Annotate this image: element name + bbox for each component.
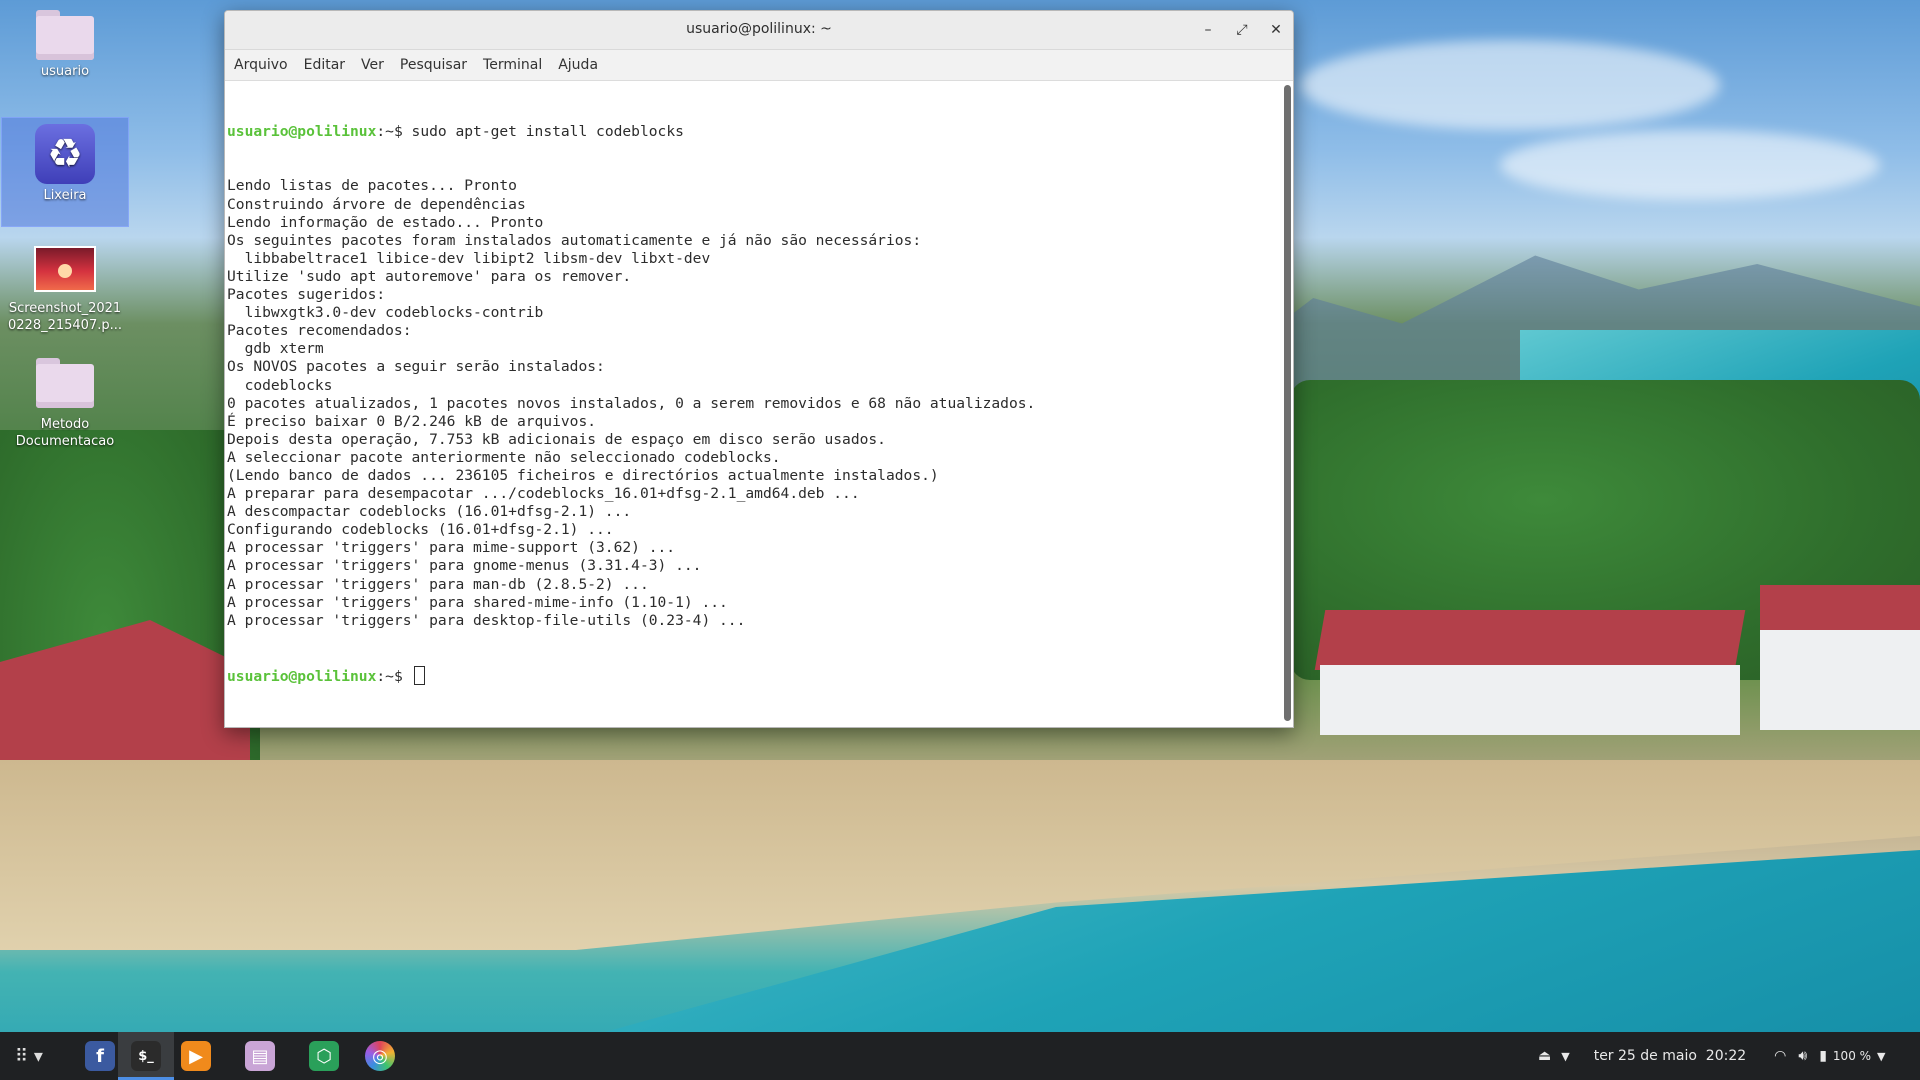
prompt-user: usuario@polilinux — [227, 668, 377, 685]
color-app[interactable]: ◎ — [352, 1032, 408, 1080]
color-app-icon: ◎ — [365, 1041, 395, 1071]
battery-percent[interactable]: 100 % — [1833, 1049, 1871, 1063]
menu-ajuda[interactable]: Ajuda — [550, 57, 606, 73]
folder-icon — [36, 10, 94, 60]
terminal-output-line: Os NOVOS pacotes a seguir serão instalad… — [227, 358, 605, 376]
browser-app[interactable]: ⬡ — [296, 1032, 352, 1080]
terminal-app[interactable]: $_ — [118, 1032, 174, 1080]
prompt-user: usuario@polilinux — [227, 123, 377, 141]
terminal-output[interactable]: usuario@polilinux:~$ sudo apt-get instal… — [225, 81, 1285, 727]
desktop-icon-label: Lixeira — [43, 188, 87, 203]
desktop-icon-screenshot[interactable]: Screenshot_2021 0228_215407.p... — [2, 246, 128, 336]
menu-arquivo[interactable]: Arquivo — [225, 57, 296, 73]
taskbar: ⠿ ▾ f $_ ▶ ▤ ⬡ ◎ ⏏ ▼ ter 25 de maio 20:22 ◠ 🔊… — [0, 1032, 1920, 1080]
files-app[interactable]: ▤ — [232, 1032, 288, 1080]
terminal-output-line: A processar 'triggers' para gnome-menus … — [227, 557, 702, 575]
terminal-output-line: Pacotes sugeridos: — [227, 286, 386, 304]
prompt-suffix: :~$ — [376, 668, 412, 685]
trash-icon: ♻ — [35, 124, 95, 184]
terminal-output-line: codeblocks — [227, 376, 333, 394]
text-cursor — [413, 666, 425, 685]
volume-icon[interactable]: 🔊︎ — [1798, 1048, 1807, 1064]
battery-icon[interactable]: ▮ — [1819, 1048, 1827, 1064]
media-player-app[interactable]: ▶ — [168, 1032, 224, 1080]
desktop-icon-metodo-documentacao[interactable]: Metodo Documentacao — [2, 358, 128, 449]
wifi-icon[interactable]: ◠ — [1774, 1048, 1786, 1064]
desktop-icon-label: Metodo Documentacao — [15, 417, 115, 449]
desktop-icon-label: usuario — [40, 64, 90, 79]
desktop-wallpaper: usuario ♻ Lixeira Screenshot_2021 0228_2… — [0, 0, 1920, 1080]
window-title: usuario@polilinux: ~ — [686, 21, 832, 37]
terminal-output-line: É preciso baixar 0 B/2.246 kB de arquivo… — [227, 412, 597, 430]
terminal-output-line: libwxgtk3.0-dev codeblocks-contrib — [227, 304, 544, 322]
current-prompt-line: usuario@polilinux:~$ — [227, 666, 1285, 685]
menu-pesquisar[interactable]: Pesquisar — [392, 57, 475, 73]
terminal-output-line: Depois desta operação, 7.753 kB adiciona… — [227, 430, 886, 448]
desktop-icon-label: Screenshot_2021 0228_215407.p... — [8, 301, 122, 333]
terminal-output-line: 0 pacotes atualizados, 1 pacotes novos i… — [227, 394, 1036, 412]
desktop-icon-usuario[interactable]: usuario — [2, 10, 128, 90]
terminal-output-line: Construindo árvore de dependências — [227, 195, 526, 213]
system-tray: ⏏ ▼ ter 25 de maio 20:22 ◠ 🔊︎ ▮ 100 % ▼ — [1538, 1032, 1886, 1080]
datetime[interactable]: ter 25 de maio 20:22 — [1594, 1048, 1746, 1064]
terminal-output-line: Lendo informação de estado... Pronto — [227, 213, 544, 231]
terminal-output-line: libbabeltrace1 libice-dev libipt2 libsm-… — [227, 249, 711, 267]
desktop-icon-lixeira[interactable]: ♻ Lixeira — [1, 117, 129, 227]
folder-icon — [36, 358, 94, 408]
terminal-window[interactable]: usuario@polilinux: ~ – ⤢ ✕ Arquivo Edita… — [224, 10, 1294, 728]
terminal-output-line: A preparar para desempacotar .../codeblo… — [227, 485, 860, 503]
terminal-output-line: A processar 'triggers' para man-db (2.8.… — [227, 575, 649, 593]
terminal-output-line: Lendo listas de pacotes... Pronto — [227, 177, 517, 195]
terminal-output-line: Os seguintes pacotes foram instalados au… — [227, 231, 922, 249]
menu-terminal[interactable]: Terminal — [475, 57, 550, 73]
scrollbar[interactable] — [1284, 85, 1291, 721]
facebook-app-icon: f — [85, 1041, 115, 1071]
terminal-output-line: A descompactar codeblocks (16.01+dfsg-2.… — [227, 503, 632, 521]
menu-ver[interactable]: Ver — [353, 57, 392, 73]
terminal-output-line: Configurando codeblocks (16.01+dfsg-2.1)… — [227, 521, 614, 539]
eject-icon[interactable]: ⏏ — [1538, 1048, 1551, 1064]
terminal-app-icon: $_ — [131, 1041, 161, 1071]
terminal-output-line: (Lendo banco de dados ... 236105 ficheir… — [227, 466, 939, 484]
terminal-output-line: A processar 'triggers' para desktop-file… — [227, 611, 746, 629]
command-text: sudo apt-get install codeblocks — [411, 123, 684, 141]
app-grid-icon: ⠿ ▾ — [15, 1045, 43, 1067]
close-button[interactable]: ✕ — [1265, 19, 1287, 41]
terminal-output-line: Utilize 'sudo apt autoremove' para os re… — [227, 267, 632, 285]
command-line: usuario@polilinux:~$ sudo apt-get instal… — [227, 123, 1285, 141]
terminal-output-line: A seleccionar pacote anteriormente não s… — [227, 448, 781, 466]
terminal-output-line: A processar 'triggers' para shared-mime-… — [227, 593, 728, 611]
chevron-down-icon[interactable]: ▼ — [1877, 1050, 1885, 1063]
app-grid-button[interactable]: ⠿ ▾ — [6, 1032, 52, 1080]
image-file-icon — [34, 246, 96, 292]
menu-bar: Arquivo Editar Ver Pesquisar Terminal Aj… — [225, 50, 1293, 81]
maximize-button[interactable]: ⤢ — [1231, 19, 1253, 41]
prompt-suffix: :~$ — [376, 123, 412, 141]
terminal-output-line: gdb xterm — [227, 340, 324, 358]
output-lines: Lendo listas de pacotes... Pronto Constru… — [227, 177, 1285, 629]
terminal-output-line: A processar 'triggers' para mime-support… — [227, 539, 676, 557]
files-app-icon: ▤ — [245, 1041, 275, 1071]
media-player-app-icon: ▶ — [181, 1041, 211, 1071]
chevron-down-icon[interactable]: ▼ — [1561, 1050, 1569, 1063]
browser-app-icon: ⬡ — [309, 1041, 339, 1071]
minimize-button[interactable]: – — [1197, 19, 1219, 41]
window-titlebar[interactable]: usuario@polilinux: ~ – ⤢ ✕ — [225, 11, 1293, 50]
menu-editar[interactable]: Editar — [296, 57, 353, 73]
terminal-output-line: Pacotes recomendados: — [227, 322, 412, 340]
